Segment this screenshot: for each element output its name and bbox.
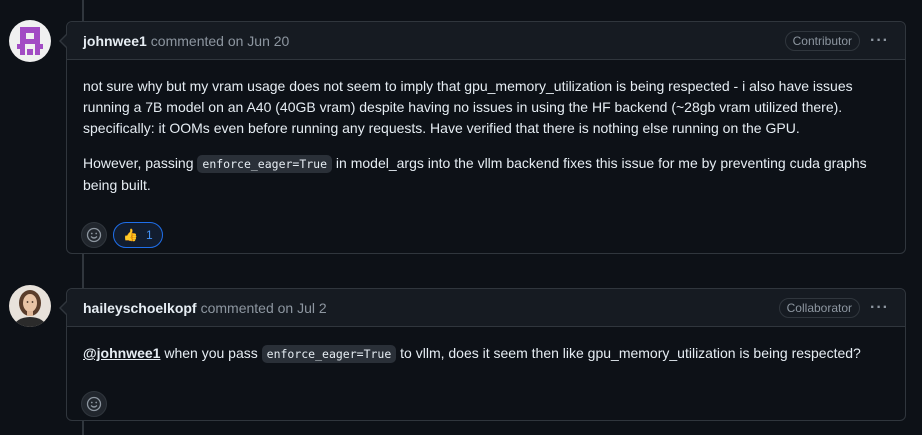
inline-code: enforce_eager=True — [261, 345, 397, 363]
kebab-horizontal-icon[interactable]: ··· — [870, 32, 889, 50]
comment-body: not sure why but my vram usage does not … — [67, 60, 905, 222]
text-span: when you pass — [164, 345, 258, 361]
inline-code: enforce_eager=True — [197, 155, 333, 173]
user-photo-icon — [9, 285, 51, 327]
kebab-horizontal-icon[interactable]: ··· — [870, 299, 889, 317]
reactions-bar: 👍 1 — [67, 222, 905, 262]
comment-timestamp[interactable]: commented on Jun 20 — [151, 33, 290, 49]
identicon-icon — [9, 20, 51, 62]
avatar[interactable] — [9, 285, 51, 327]
comment-paragraph: @johnwee1 when you pass enforce_eager=Tr… — [83, 343, 889, 365]
comment-card: johnwee1 commented on Jun 20 Contributor… — [59, 21, 906, 254]
role-badge: Collaborator — [778, 297, 861, 318]
user-mention-link[interactable]: @johnwee1 — [83, 345, 160, 361]
comment-body: @johnwee1 when you pass enforce_eager=Tr… — [67, 327, 905, 391]
comment-card: haileyschoelkopf commented on Jul 2 Coll… — [59, 288, 906, 421]
comment-paragraph: not sure why but my vram usage does not … — [83, 78, 853, 136]
comment-header: haileyschoelkopf commented on Jul 2 Coll… — [67, 289, 905, 327]
comment-author[interactable]: haileyschoelkopf — [83, 300, 197, 316]
text-span: to vllm, does it seem then like gpu_memo… — [400, 345, 861, 361]
reaction-count: 1 — [145, 228, 153, 242]
text-span: However, passing — [83, 155, 194, 171]
comment-author[interactable]: johnwee1 — [83, 33, 147, 49]
avatar[interactable] — [9, 20, 51, 62]
smiley-icon — [86, 227, 102, 243]
add-reaction-button[interactable] — [81, 391, 107, 417]
reactions-bar — [67, 391, 905, 431]
comment-paragraph: However, passing enforce_eager=True in m… — [83, 153, 889, 196]
comment-header: johnwee1 commented on Jun 20 Contributor… — [67, 22, 905, 60]
smiley-icon — [86, 396, 102, 412]
comment-timestamp[interactable]: commented on Jul 2 — [201, 300, 327, 316]
thumbs-up-reaction[interactable]: 👍 1 — [113, 222, 163, 248]
add-reaction-button[interactable] — [81, 222, 107, 248]
role-badge: Contributor — [784, 30, 861, 51]
thumbs-up-icon: 👍 — [123, 228, 138, 242]
